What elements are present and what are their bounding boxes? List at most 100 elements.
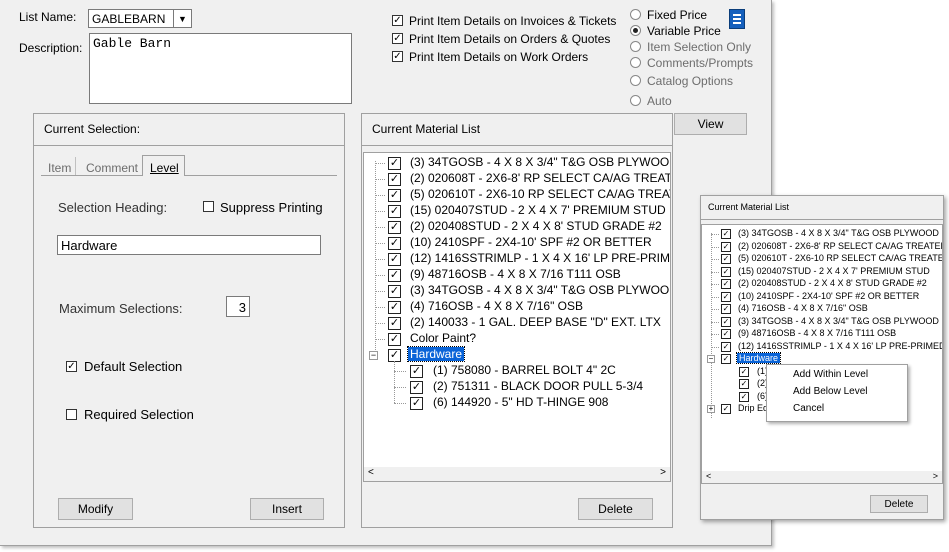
- modify-button[interactable]: Modify: [58, 498, 133, 520]
- item-checkbox[interactable]: ✓: [388, 173, 401, 186]
- item-checkbox[interactable]: ✓: [388, 189, 401, 202]
- price-option-radio[interactable]: [630, 9, 641, 20]
- popup-delete-button[interactable]: Delete: [870, 495, 928, 513]
- price-option-label: Item Selection Only: [647, 40, 752, 54]
- price-option-radio[interactable]: [630, 41, 641, 52]
- scroll-left-icon[interactable]: <: [706, 471, 711, 481]
- tree-group-label: Hardware: [406, 346, 466, 362]
- horizontal-scrollbar[interactable]: < >: [364, 467, 670, 481]
- tree-item-label: (2) 020608T - 2X6-8' RP SELECT CA/AG TRE…: [738, 240, 943, 251]
- item-checkbox[interactable]: ✓: [739, 391, 749, 402]
- item-checkbox[interactable]: ✓: [721, 341, 731, 352]
- view-button[interactable]: View: [674, 113, 747, 135]
- item-checkbox[interactable]: ✓: [721, 241, 731, 252]
- tree-item-label: Color Paint?: [410, 331, 477, 345]
- item-checkbox[interactable]: ✓: [721, 266, 731, 277]
- item-checkbox[interactable]: ✓: [739, 379, 749, 389]
- tab-item[interactable]: Item: [48, 161, 71, 175]
- item-checkbox[interactable]: ✓: [721, 229, 731, 239]
- material-tree[interactable]: ✓ (3) 34TGOSB - 4 X 8 X 3/4" T&G OSB PLYW…: [363, 152, 671, 482]
- tree-connector: [711, 309, 719, 310]
- print-option-checkbox[interactable]: ✓: [392, 15, 403, 26]
- price-option-radio[interactable]: [630, 25, 641, 36]
- collapse-icon[interactable]: −: [369, 351, 378, 360]
- item-checkbox[interactable]: ✓: [388, 301, 401, 314]
- item-checkbox[interactable]: ✓: [721, 291, 731, 302]
- price-option-radio[interactable]: [630, 75, 641, 86]
- tree-item-label: (3) 34TGOSB - 4 X 8 X 3/4" T&G OSB PLYWO…: [738, 315, 939, 326]
- item-checkbox[interactable]: ✓: [721, 329, 731, 339]
- default-selection-label: Default Selection: [84, 359, 183, 374]
- tree-line: [394, 361, 395, 403]
- item-checkbox[interactable]: ✓: [388, 237, 401, 250]
- tree-connector: [375, 259, 385, 260]
- context-menu-item[interactable]: Cancel: [793, 403, 824, 414]
- scroll-left-icon[interactable]: <: [368, 467, 374, 478]
- item-checkbox[interactable]: ✓: [410, 365, 423, 378]
- price-option-radio[interactable]: [630, 95, 641, 106]
- item-checkbox[interactable]: ✓: [388, 205, 401, 218]
- item-checkbox[interactable]: ✓: [388, 285, 401, 298]
- item-checkbox[interactable]: ✓: [721, 254, 731, 264]
- context-menu-item[interactable]: Add Below Level: [793, 386, 868, 397]
- maximum-selections-label: Maximum Selections:: [59, 301, 183, 316]
- print-option-checkbox[interactable]: ✓: [392, 51, 403, 62]
- default-selection-checkbox[interactable]: ✓: [66, 361, 77, 372]
- tree-line: [375, 161, 376, 354]
- item-checkbox[interactable]: ✓: [388, 221, 401, 234]
- suppress-printing-checkbox[interactable]: [203, 201, 214, 212]
- tree-item-label: (4) 716OSB - 4 X 8 X 7/16" OSB: [738, 303, 868, 313]
- chevron-down-icon[interactable]: ▼: [173, 10, 191, 27]
- tree-item-label: (5) 020610T - 2X6-10 RP SELECT CA/AG TRE…: [738, 253, 943, 263]
- selection-heading-input[interactable]: Hardware: [57, 235, 321, 255]
- item-checkbox[interactable]: ✓: [388, 317, 401, 330]
- collapse-icon[interactable]: −: [707, 355, 715, 363]
- scroll-right-icon[interactable]: >: [933, 471, 938, 481]
- print-option-checkbox[interactable]: ✓: [392, 33, 403, 44]
- panel-divider: [362, 145, 672, 146]
- required-selection-checkbox[interactable]: [66, 409, 77, 420]
- menu-icon[interactable]: [729, 9, 745, 29]
- tree-connector: [711, 259, 719, 260]
- list-name-combo[interactable]: GABLEBARN ▼: [88, 9, 192, 28]
- tree-connector: [711, 334, 719, 335]
- item-checkbox[interactable]: ✓: [388, 269, 401, 282]
- context-menu-item[interactable]: Add Within Level: [793, 369, 868, 380]
- selection-heading-label: Selection Heading:: [58, 200, 168, 215]
- tree-item-label: (2) 020608T - 2X6-8' RP SELECT CA/AG TRE…: [410, 171, 671, 185]
- scroll-right-icon[interactable]: >: [660, 467, 666, 478]
- tree-connector: [375, 195, 385, 196]
- panel-divider: [34, 145, 344, 146]
- current-material-title: Current Material List: [372, 122, 481, 136]
- tree-connector: [375, 179, 385, 180]
- tab-comment[interactable]: Comment: [86, 161, 138, 175]
- tree-item-label: (2) 140033 - 1 GAL. DEEP BASE "D" EXT. L…: [410, 315, 661, 329]
- description-field[interactable]: Gable Barn: [89, 33, 352, 104]
- list-name-label: List Name:: [19, 10, 77, 24]
- popup-horizontal-scrollbar[interactable]: < >: [702, 471, 942, 483]
- tab-strip-line: [41, 175, 337, 176]
- item-checkbox[interactable]: ✓: [721, 279, 731, 289]
- popup-material-tree[interactable]: ✓ (3) 34TGOSB - 4 X 8 X 3/4" T&G OSB PLYW…: [701, 224, 943, 484]
- item-checkbox[interactable]: ✓: [739, 366, 749, 377]
- item-checkbox[interactable]: ✓: [410, 381, 423, 394]
- tree-connector: [394, 371, 406, 372]
- tree-connector: [375, 243, 385, 244]
- expand-icon[interactable]: +: [707, 405, 715, 413]
- group-checkbox[interactable]: ✓: [721, 354, 731, 364]
- delete-button[interactable]: Delete: [578, 498, 653, 520]
- item-checkbox[interactable]: ✓: [721, 404, 731, 414]
- tree-item-label: (1) 758080 - BARREL BOLT 4" 2C: [433, 363, 616, 377]
- tree-item-label: (9) 48716OSB - 4 X 8 X 7/16 T111 OSB: [410, 267, 621, 281]
- maximum-selections-input[interactable]: 3: [226, 296, 250, 317]
- tree-item-label: (15) 020407STUD - 2 X 4 X 7' PREMIUM STU…: [410, 203, 666, 217]
- item-checkbox[interactable]: ✓: [721, 316, 731, 327]
- price-option-radio[interactable]: [630, 57, 641, 68]
- insert-button[interactable]: Insert: [250, 498, 324, 520]
- item-checkbox[interactable]: ✓: [388, 157, 401, 170]
- item-checkbox[interactable]: ✓: [388, 253, 401, 266]
- item-checkbox[interactable]: ✓: [721, 304, 731, 314]
- tab-level[interactable]: Level: [150, 161, 179, 175]
- item-checkbox[interactable]: ✓: [410, 397, 423, 410]
- item-checkbox[interactable]: ✓: [388, 333, 401, 346]
